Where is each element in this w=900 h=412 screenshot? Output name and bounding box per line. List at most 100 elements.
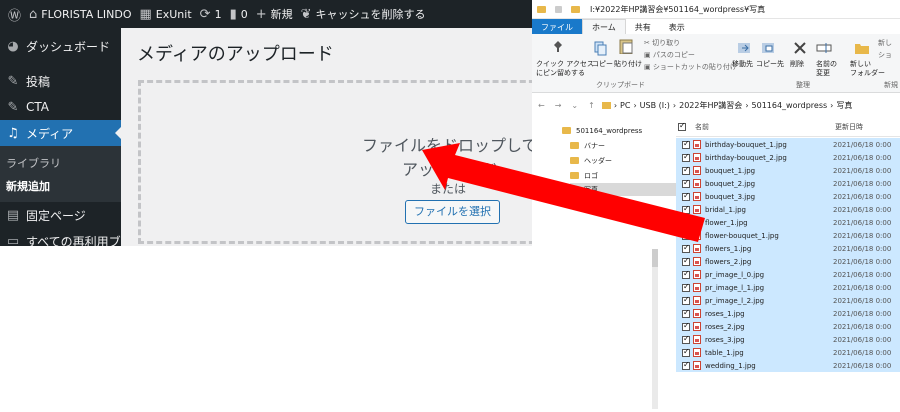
row-checkbox[interactable] bbox=[682, 165, 690, 175]
file-row[interactable]: bouquet_2.jpg 2021/06/18 0:00 bbox=[676, 177, 900, 190]
easy-access-button[interactable]: ショ bbox=[878, 51, 892, 60]
back-icon[interactable]: ← bbox=[538, 101, 549, 110]
pin-quick-access-button[interactable]: クイック アクセス にピン留めする bbox=[536, 60, 594, 78]
updates-link[interactable]: ⟳ 1 bbox=[200, 7, 222, 22]
row-checkbox[interactable] bbox=[682, 347, 690, 357]
tree-item-header[interactable]: ヘッダー bbox=[570, 154, 692, 167]
tab-file[interactable]: ファイル bbox=[532, 19, 582, 35]
file-row[interactable]: bouquet_3.jpg 2021/06/18 0:00 bbox=[676, 190, 900, 203]
rename-button[interactable]: 名前の 変更 bbox=[816, 60, 837, 78]
scrollbar-thumb[interactable] bbox=[652, 249, 658, 267]
submenu-library[interactable]: ライブラリ bbox=[6, 155, 61, 171]
file-row[interactable]: roses_3.jpg 2021/06/18 0:00 bbox=[676, 333, 900, 346]
file-row[interactable]: roses_1.jpg 2021/06/18 0:00 bbox=[676, 307, 900, 320]
path-icon: ▣ bbox=[644, 51, 653, 59]
new-folder-button[interactable]: 新しい フォルダー bbox=[850, 60, 885, 78]
tree-item-banner[interactable]: バナー bbox=[570, 139, 692, 152]
navigation-scrollbar[interactable] bbox=[652, 249, 658, 409]
breadcrumb-course[interactable]: 2022年HP講習会 bbox=[679, 100, 742, 111]
file-row[interactable]: pr_image_l_1.jpg 2021/06/18 0:00 bbox=[676, 281, 900, 294]
wp-logo[interactable]: Ⓦ bbox=[8, 5, 21, 24]
media-submenu: ライブラリ 新規追加 bbox=[0, 146, 121, 202]
tree-item-wordpress[interactable]: 501164_wordpress bbox=[562, 124, 684, 137]
breadcrumb-usb[interactable]: USB (I:) bbox=[640, 101, 670, 110]
row-checkbox[interactable] bbox=[682, 139, 690, 149]
breadcrumb-wordpress[interactable]: 501164_wordpress bbox=[752, 101, 828, 110]
row-checkbox[interactable] bbox=[682, 204, 690, 214]
row-checkbox[interactable] bbox=[682, 256, 690, 266]
select-files-button[interactable]: ファイルを選択 bbox=[405, 200, 500, 224]
sidebar-item-dashboard[interactable]: ◕ ダッシュボード bbox=[0, 33, 121, 59]
tab-home[interactable]: ホーム bbox=[582, 19, 626, 35]
row-checkbox[interactable] bbox=[682, 295, 690, 305]
tab-share[interactable]: 共有 bbox=[626, 19, 660, 35]
row-checkbox[interactable] bbox=[682, 152, 690, 162]
file-row[interactable]: flower_1.jpg 2021/06/18 0:00 bbox=[676, 216, 900, 229]
sidebar-item-media[interactable]: ♫ メディア bbox=[0, 120, 121, 146]
submenu-add-new[interactable]: 新規追加 bbox=[6, 178, 50, 194]
copy-to-button[interactable]: コピー先 bbox=[756, 60, 784, 69]
row-checkbox[interactable] bbox=[682, 178, 690, 188]
image-file-icon bbox=[693, 166, 701, 175]
forward-icon[interactable]: → bbox=[555, 101, 566, 110]
row-checkbox[interactable] bbox=[682, 217, 690, 227]
tree-item-logo[interactable]: ロゴ bbox=[570, 169, 692, 182]
chevron-down-icon[interactable]: ⌄ bbox=[571, 101, 582, 110]
file-row[interactable]: pr_image_l_0.jpg 2021/06/18 0:00 bbox=[676, 268, 900, 281]
new-item-button[interactable]: 新し bbox=[878, 39, 892, 48]
file-row[interactable]: birthday-bouquet_2.jpg 2021/06/18 0:00 bbox=[676, 151, 900, 164]
delete-button[interactable]: 削除 bbox=[790, 60, 804, 69]
copy-path-button[interactable]: ▣ パスのコピー bbox=[644, 51, 695, 60]
file-date: 2021/06/18 0:00 bbox=[833, 309, 892, 318]
sidebar-item-cta[interactable]: ✎ CTA bbox=[0, 94, 121, 120]
row-checkbox[interactable] bbox=[682, 360, 690, 370]
paste-button[interactable]: 貼り付け bbox=[614, 60, 642, 69]
up-icon[interactable]: ↑ bbox=[588, 101, 599, 110]
address-bar[interactable]: ← → ⌄ ↑ › PC › USB (I:) › 2022年HP講習会 › 5… bbox=[532, 96, 900, 114]
site-name-link[interactable]: ⌂ FLORISTA LINDO bbox=[29, 7, 131, 22]
file-row[interactable]: roses_2.jpg 2021/06/18 0:00 bbox=[676, 320, 900, 333]
row-checkbox[interactable] bbox=[682, 321, 690, 331]
row-checkbox[interactable] bbox=[682, 269, 690, 279]
row-checkbox[interactable] bbox=[682, 282, 690, 292]
breadcrumb-photos[interactable]: 写真 bbox=[836, 100, 852, 111]
row-checkbox[interactable] bbox=[682, 334, 690, 344]
sidebar-item-pages[interactable]: ▤ 固定ページ bbox=[0, 202, 121, 228]
file-date: 2021/06/18 0:00 bbox=[833, 270, 892, 279]
new-folder-icon[interactable] bbox=[571, 5, 580, 13]
image-file-icon bbox=[693, 335, 701, 344]
breadcrumb-pc[interactable]: PC bbox=[620, 101, 630, 110]
breadcrumb-separator: › bbox=[745, 100, 749, 110]
comments-link[interactable]: ▮ 0 bbox=[230, 7, 248, 22]
file-row[interactable]: flowers_1.jpg 2021/06/18 0:00 bbox=[676, 242, 900, 255]
column-name[interactable]: 名前 bbox=[695, 122, 835, 132]
new-content-link[interactable]: + 新規 bbox=[256, 6, 293, 22]
row-checkbox[interactable] bbox=[682, 243, 690, 253]
cut-button[interactable]: ✂ 切り取り bbox=[644, 39, 680, 48]
row-checkbox[interactable] bbox=[682, 191, 690, 201]
move-to-button[interactable]: 移動先 bbox=[732, 60, 753, 69]
tree-item-photos[interactable]: 写真 bbox=[570, 183, 684, 196]
tab-view[interactable]: 表示 bbox=[660, 19, 694, 35]
row-checkbox[interactable] bbox=[682, 308, 690, 318]
file-name: birthday-bouquet_1.jpg bbox=[705, 140, 787, 149]
file-row[interactable]: flower-bouquet_1.jpg 2021/06/18 0:00 bbox=[676, 229, 900, 242]
file-row[interactable]: bouquet_1.jpg 2021/06/18 0:00 bbox=[676, 164, 900, 177]
file-row[interactable]: bridal_1.jpg 2021/06/18 0:00 bbox=[676, 203, 900, 216]
sidebar-item-reusable-blocks[interactable]: ▭ すべての再利用ブ bbox=[0, 228, 121, 247]
select-all-checkbox[interactable] bbox=[678, 121, 686, 131]
copy-button[interactable]: コピー bbox=[592, 60, 613, 69]
column-date[interactable]: 更新日時 bbox=[835, 122, 863, 132]
row-checkbox[interactable] bbox=[682, 230, 690, 240]
file-date: 2021/06/18 0:00 bbox=[833, 335, 892, 344]
paste-shortcut-button[interactable]: ▣ ショートカットの貼り付け bbox=[644, 63, 737, 72]
properties-icon[interactable] bbox=[555, 5, 562, 13]
sidebar-item-posts[interactable]: ✎ 投稿 bbox=[0, 68, 121, 94]
file-row[interactable]: wedding_1.jpg 2021/06/18 0:00 bbox=[676, 359, 900, 372]
exunit-link[interactable]: ▦ ExUnit bbox=[140, 7, 192, 22]
file-row[interactable]: flowers_2.jpg 2021/06/18 0:00 bbox=[676, 255, 900, 268]
clear-cache-link[interactable]: ❦ キャッシュを削除する bbox=[301, 6, 426, 22]
file-row[interactable]: table_1.jpg 2021/06/18 0:00 bbox=[676, 346, 900, 359]
file-row[interactable]: pr_image_l_2.jpg 2021/06/18 0:00 bbox=[676, 294, 900, 307]
file-row[interactable]: birthday-bouquet_1.jpg 2021/06/18 0:00 bbox=[676, 138, 900, 151]
